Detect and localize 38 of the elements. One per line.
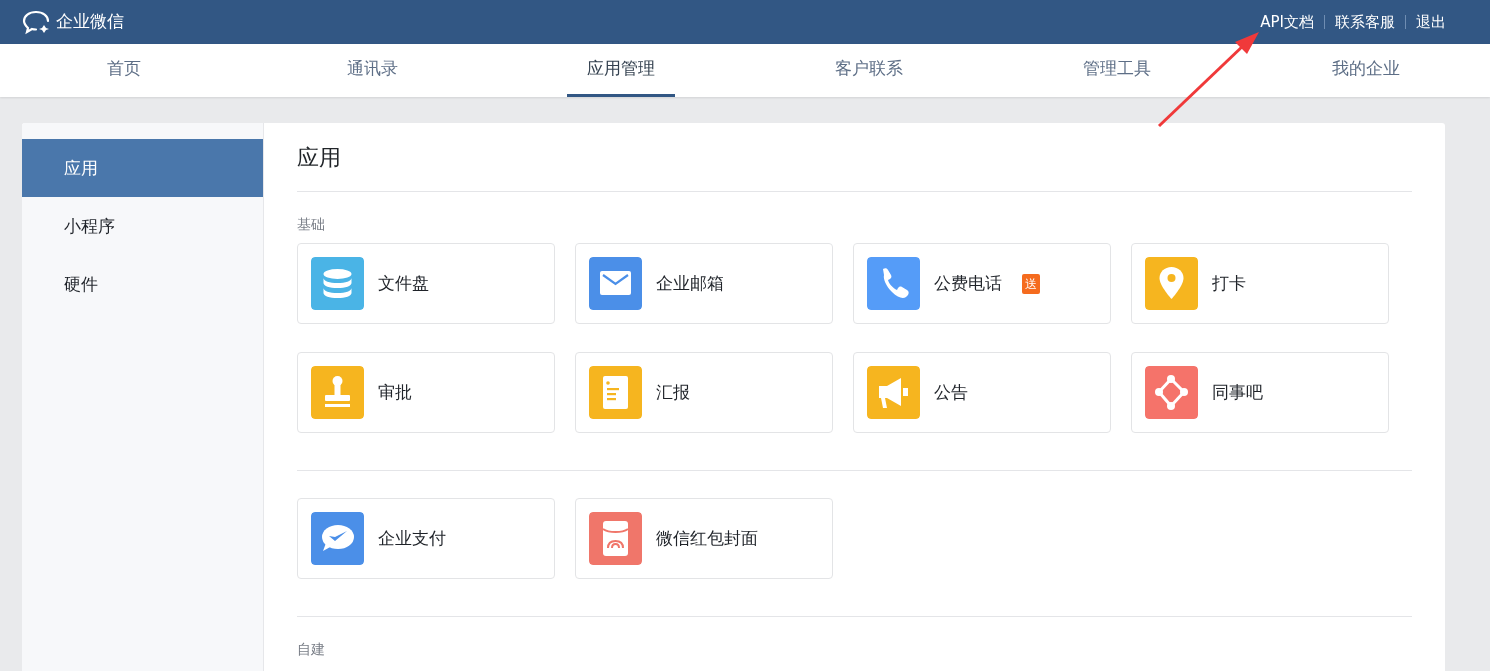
header-link[interactable]: 退出 xyxy=(1416,10,1446,34)
app-name: 汇报 xyxy=(656,381,690,405)
app-name: 审批 xyxy=(378,381,412,405)
nav-tab[interactable]: 管理工具 xyxy=(1063,44,1172,97)
app-card[interactable]: 公告 xyxy=(853,352,1111,434)
app-card[interactable]: 文件盘 xyxy=(297,243,555,325)
nav-tab[interactable]: 应用管理 xyxy=(566,44,675,97)
app-card[interactable]: 企业支付 xyxy=(297,498,555,580)
app-card[interactable]: 微信红包封面 xyxy=(575,498,833,580)
section-label: 自建 xyxy=(297,640,326,660)
nav-tab[interactable]: 我的企业 xyxy=(1311,44,1420,97)
app-name: 同事吧 xyxy=(1212,381,1263,405)
section-title: 应用 xyxy=(297,123,1412,193)
app-name: 企业邮箱 xyxy=(656,272,724,296)
gift-tag: 送 xyxy=(1022,273,1040,294)
nav-tab[interactable]: 客户联系 xyxy=(815,44,924,97)
nav-tab[interactable]: 首页 xyxy=(87,44,162,97)
app-name: 微信红包封面 xyxy=(656,527,758,551)
app-card[interactable]: 同事吧 xyxy=(1131,352,1389,434)
header-link[interactable]: API文档 xyxy=(1260,10,1314,34)
chat-bubble-logo-icon xyxy=(22,9,52,35)
app-name: 打卡 xyxy=(1212,272,1246,296)
sidebar-item[interactable]: 应用 xyxy=(22,139,263,197)
nav-tab[interactable]: 通讯录 xyxy=(327,44,418,97)
header-link[interactable]: 联系客服 xyxy=(1335,10,1395,34)
brand-name: 企业微信 xyxy=(56,10,124,34)
app-card[interactable]: 汇报 xyxy=(575,352,833,434)
app-name: 公费电话 xyxy=(934,272,1002,296)
app-card[interactable]: 审批 xyxy=(297,352,555,434)
app-name: 公告 xyxy=(934,381,968,405)
app-card[interactable]: 公费电话 送 xyxy=(853,243,1111,325)
section-label: 基础 xyxy=(297,215,326,235)
app-card[interactable]: 打卡 xyxy=(1131,243,1389,325)
sidebar-item[interactable]: 硬件 xyxy=(22,255,263,313)
app-card[interactable]: 企业邮箱 xyxy=(575,243,833,325)
app-name: 企业支付 xyxy=(378,527,446,551)
sidebar-item[interactable]: 小程序 xyxy=(22,197,263,255)
app-name: 文件盘 xyxy=(378,272,429,296)
